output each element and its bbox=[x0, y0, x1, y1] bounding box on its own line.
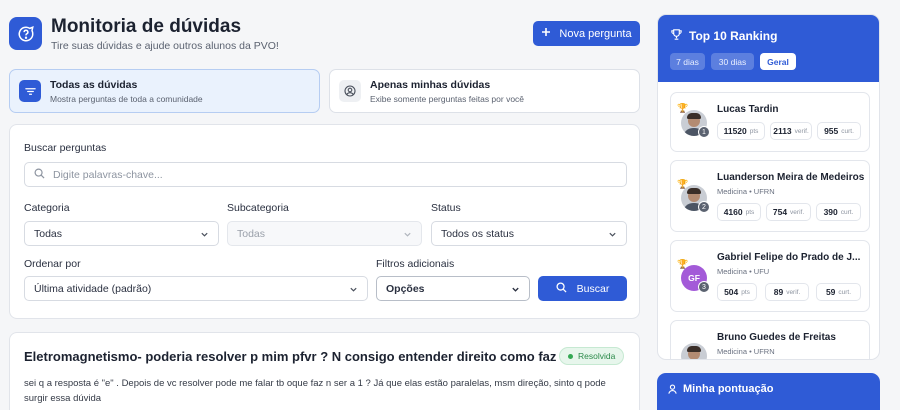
user-course: Medicina • UFRN bbox=[717, 347, 775, 356]
filter-icon bbox=[19, 80, 41, 102]
page-subtitle: Tire suas dúvidas e ajude outros alunos … bbox=[51, 40, 279, 52]
tab-overall[interactable]: Geral bbox=[760, 53, 796, 70]
extra-filters-label: Filtros adicionais bbox=[376, 258, 455, 270]
my-score-title: Minha pontuação bbox=[683, 383, 774, 395]
verified-stat: 754 verif. bbox=[766, 203, 811, 221]
search-button[interactable]: Buscar bbox=[538, 276, 627, 301]
user-course: Medicina • UFRN bbox=[717, 187, 775, 196]
filter-description: Exibe somente perguntas feitas por você bbox=[370, 93, 525, 104]
chevron-down-icon bbox=[512, 287, 519, 292]
verified-stat: 2113 verif. bbox=[770, 122, 812, 140]
trophy-icon bbox=[670, 28, 683, 46]
category-value: Todas bbox=[34, 227, 63, 240]
user-circle-icon bbox=[339, 80, 361, 102]
question-card[interactable]: Eletromagnetismo- poderia resolver p mim… bbox=[9, 332, 640, 410]
points-stat: 4160 pts bbox=[717, 203, 761, 221]
points-stat: 504 pts bbox=[717, 283, 757, 301]
verified-stat: 89 verif. bbox=[765, 283, 809, 301]
category-label: Categoria bbox=[24, 202, 70, 214]
status-value: Todos os status bbox=[441, 227, 514, 240]
filter-title: Apenas minhas dúvidas bbox=[370, 78, 491, 91]
likes-stat: 955 curt. bbox=[817, 122, 861, 140]
likes-stat: 59 curt. bbox=[816, 283, 861, 301]
order-select[interactable]: Última atividade (padrão) bbox=[24, 276, 368, 301]
ranking-header: Top 10 Ranking 7 dias 30 dias Geral bbox=[658, 15, 879, 82]
user-name: Gabriel Felipe do Prado de J... bbox=[717, 252, 861, 263]
tab-30-days[interactable]: 30 dias bbox=[711, 53, 754, 70]
search-icon bbox=[34, 168, 45, 182]
rank-position: 1 bbox=[698, 126, 710, 138]
status-badge-label: Resolvida bbox=[578, 351, 616, 361]
filter-description: Mostra perguntas de toda a comunidade bbox=[50, 93, 203, 104]
status-label: Status bbox=[431, 202, 461, 214]
subcategory-label: Subcategoria bbox=[227, 202, 289, 214]
question-title[interactable]: Eletromagnetismo- poderia resolver p mim… bbox=[24, 349, 556, 364]
user-course: Medicina • UFU bbox=[717, 267, 770, 276]
filter-title: Todas as dúvidas bbox=[50, 78, 138, 91]
chevron-down-icon bbox=[609, 232, 616, 237]
search-button-label: Buscar bbox=[576, 282, 610, 295]
question-body: sei q a resposta é "e" . Depois de vc re… bbox=[24, 378, 606, 404]
search-placeholder: Digite palavras-chave... bbox=[53, 168, 163, 181]
rank-position: 2 bbox=[698, 201, 710, 213]
chevron-down-icon bbox=[350, 287, 357, 292]
tab-7-days[interactable]: 7 dias bbox=[670, 53, 705, 70]
avatar bbox=[681, 343, 707, 359]
chevron-down-icon bbox=[404, 232, 411, 237]
ranking-title: Top 10 Ranking bbox=[689, 29, 778, 43]
points-stat: 11520 pts bbox=[717, 122, 765, 140]
search-input[interactable]: Digite palavras-chave... bbox=[24, 162, 627, 187]
page-title: Monitoria de dúvidas bbox=[51, 16, 242, 37]
filter-all-questions[interactable]: Todas as dúvidas Mostra perguntas de tod… bbox=[9, 69, 320, 113]
help-chat-icon bbox=[9, 17, 42, 50]
new-question-button[interactable]: Nova pergunta bbox=[533, 21, 640, 46]
likes-stat: 390 curt. bbox=[816, 203, 861, 221]
ranking-user-card[interactable]: 🏆 1 Lucas Tardin 11520 pts 2113 verif. 955… bbox=[670, 92, 870, 152]
user-name: Lucas Tardin bbox=[717, 104, 779, 115]
category-select[interactable]: Todas bbox=[24, 221, 219, 246]
my-score-panel[interactable]: Minha pontuação bbox=[657, 373, 880, 410]
subcategory-value: Todas bbox=[237, 227, 266, 240]
search-panel: Buscar perguntas Digite palavras-chave..… bbox=[9, 124, 640, 319]
extra-filters-select[interactable]: Opções bbox=[376, 276, 530, 301]
ranking-panel: Top 10 Ranking 7 dias 30 dias Geral 🏆 1 … bbox=[657, 14, 880, 360]
ranking-user-card[interactable]: Bruno Guedes de Freitas Medicina • UFRN bbox=[670, 320, 870, 359]
filter-my-questions[interactable]: Apenas minhas dúvidas Exibe somente perg… bbox=[329, 69, 640, 113]
subcategory-select[interactable]: Todas bbox=[227, 221, 422, 246]
search-icon bbox=[556, 281, 567, 296]
order-label: Ordenar por bbox=[24, 258, 81, 270]
extra-filters-value: Opções bbox=[386, 282, 425, 295]
user-name: Luanderson Meira de Medeiros bbox=[717, 172, 865, 183]
ranking-user-card[interactable]: 🏆 GF 3 Gabriel Felipe do Prado de J... M… bbox=[670, 240, 870, 312]
rank-position: 3 bbox=[698, 281, 710, 293]
search-label: Buscar perguntas bbox=[24, 142, 107, 154]
user-icon bbox=[667, 382, 678, 400]
ranking-user-card[interactable]: 🏆 2 Luanderson Meira de Medeiros Medicin… bbox=[670, 160, 870, 232]
chevron-down-icon bbox=[201, 232, 208, 237]
order-value: Última atividade (padrão) bbox=[34, 282, 152, 295]
plus-icon bbox=[541, 27, 551, 40]
status-select[interactable]: Todos os status bbox=[431, 221, 627, 246]
user-name: Bruno Guedes de Freitas bbox=[717, 332, 836, 343]
status-badge: Resolvida bbox=[559, 347, 625, 365]
new-question-label: Nova pergunta bbox=[559, 27, 632, 40]
status-dot-icon bbox=[568, 353, 573, 359]
